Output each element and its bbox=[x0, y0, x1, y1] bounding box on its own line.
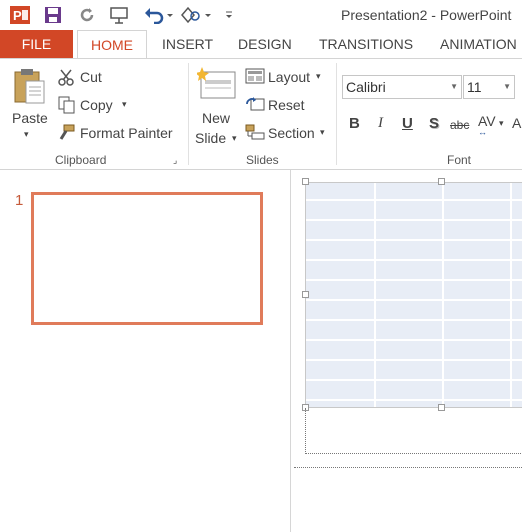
save-icon[interactable] bbox=[42, 3, 64, 27]
underline-button[interactable]: U bbox=[402, 115, 413, 132]
cut-button[interactable]: Cut bbox=[80, 69, 102, 85]
table-gridline bbox=[306, 319, 522, 321]
table-gridline bbox=[306, 299, 522, 301]
slide-thumbnail[interactable] bbox=[31, 192, 263, 325]
tab-design[interactable]: DESIGN bbox=[238, 30, 292, 58]
copy-button[interactable]: Copy bbox=[80, 97, 113, 113]
clipboard-group-label: Clipboard bbox=[55, 153, 107, 167]
tab-file[interactable]: FILE bbox=[0, 30, 73, 58]
font-more-icon[interactable]: A bbox=[512, 115, 521, 131]
reset-icon bbox=[245, 96, 265, 117]
table-gridline bbox=[306, 279, 522, 281]
table-gridline bbox=[306, 359, 522, 361]
presentation-icon[interactable] bbox=[108, 3, 130, 27]
table-gridline bbox=[374, 183, 376, 407]
font-size-combo[interactable]: 11 ▼ bbox=[463, 75, 515, 99]
resize-handle[interactable] bbox=[302, 178, 309, 185]
content-placeholder-border bbox=[305, 408, 522, 454]
shapes-icon[interactable] bbox=[178, 3, 214, 27]
paste-button[interactable]: Paste bbox=[12, 110, 48, 126]
slides-group-label: Slides bbox=[246, 153, 279, 167]
table-gridline bbox=[510, 183, 512, 407]
ribbon-separator bbox=[188, 63, 189, 165]
tab-insert[interactable]: INSERT bbox=[162, 30, 213, 58]
bold-button[interactable]: B bbox=[349, 115, 360, 132]
paste-dropdown-icon[interactable]: ▾ bbox=[24, 129, 29, 140]
font-name-dropdown-icon[interactable]: ▼ bbox=[450, 76, 458, 98]
font-size-dropdown-icon[interactable]: ▼ bbox=[503, 76, 511, 98]
customize-qat-icon[interactable] bbox=[222, 3, 236, 27]
format-painter-button[interactable]: Format Painter bbox=[80, 125, 173, 141]
layout-dropdown-icon[interactable]: ▾ bbox=[316, 71, 321, 82]
table-gridline bbox=[306, 339, 522, 341]
resize-handle[interactable] bbox=[438, 178, 445, 185]
clipboard-launcher-icon[interactable]: ⌟ bbox=[173, 155, 177, 166]
repeat-icon[interactable] bbox=[76, 3, 98, 27]
table-gridline bbox=[306, 219, 522, 221]
paste-icon[interactable] bbox=[12, 67, 46, 110]
character-spacing-arrow-icon: ↔ bbox=[478, 127, 487, 137]
ribbon-separator bbox=[336, 63, 337, 165]
italic-button[interactable]: I bbox=[378, 115, 383, 132]
new-slide-dropdown-icon[interactable]: ▾ bbox=[232, 133, 237, 144]
font-size-value: 11 bbox=[467, 79, 482, 95]
tab-home[interactable]: HOME bbox=[77, 30, 147, 59]
strikethrough-button[interactable]: abc bbox=[450, 118, 469, 132]
new-slide-label[interactable]: Slide bbox=[195, 130, 226, 146]
table-gridline bbox=[306, 399, 522, 401]
quick-access-toolbar: P Presentation2 - PowerPoint bbox=[0, 0, 522, 30]
scissors-icon bbox=[58, 68, 76, 91]
format-painter-icon bbox=[58, 124, 76, 147]
table-gridline bbox=[306, 259, 522, 261]
undo-icon[interactable] bbox=[142, 3, 176, 27]
ribbon-tabs: FILE HOME INSERT DESIGN TRANSITIONS ANIM… bbox=[0, 30, 522, 59]
slide-editing-area[interactable] bbox=[291, 170, 522, 532]
resize-handle[interactable] bbox=[302, 291, 309, 298]
copy-dropdown-icon[interactable]: ▾ bbox=[122, 99, 127, 110]
shadow-button[interactable]: S bbox=[429, 115, 439, 132]
window-title: Presentation2 - PowerPoint bbox=[341, 7, 512, 23]
section-dropdown-icon[interactable]: ▾ bbox=[320, 127, 325, 138]
ribbon: Paste ▾ Cut Copy ▾ Format Painter Clipbo… bbox=[0, 58, 522, 170]
character-spacing-dropdown-icon[interactable]: ▾ bbox=[499, 118, 504, 129]
table-gridline bbox=[306, 379, 522, 381]
table-gridline bbox=[306, 239, 522, 241]
reset-button[interactable]: Reset bbox=[268, 97, 305, 113]
tab-animations[interactable]: ANIMATION bbox=[440, 30, 517, 58]
font-name-combo[interactable]: Calibri ▼ bbox=[342, 75, 462, 99]
svg-text:P: P bbox=[13, 8, 22, 23]
section-button[interactable]: Section bbox=[268, 125, 315, 141]
table-placeholder[interactable] bbox=[305, 182, 522, 408]
layout-button[interactable]: Layout bbox=[268, 69, 310, 85]
table-gridline bbox=[442, 183, 444, 407]
copy-icon bbox=[58, 96, 76, 119]
font-name-value: Calibri bbox=[346, 79, 386, 95]
layout-icon bbox=[245, 68, 265, 89]
font-group-label: Font bbox=[447, 153, 472, 167]
new-slide-button[interactable]: New bbox=[202, 110, 230, 126]
powerpoint-logo-icon[interactable]: P bbox=[8, 3, 32, 27]
slide-boundary-line bbox=[294, 467, 522, 468]
new-slide-icon[interactable] bbox=[195, 66, 237, 105]
tab-transitions[interactable]: TRANSITIONS bbox=[319, 30, 413, 58]
table-gridline bbox=[306, 199, 522, 201]
slide-thumbnail-pane: 1 bbox=[0, 170, 291, 532]
section-icon bbox=[245, 124, 265, 145]
slide-number: 1 bbox=[15, 192, 24, 209]
